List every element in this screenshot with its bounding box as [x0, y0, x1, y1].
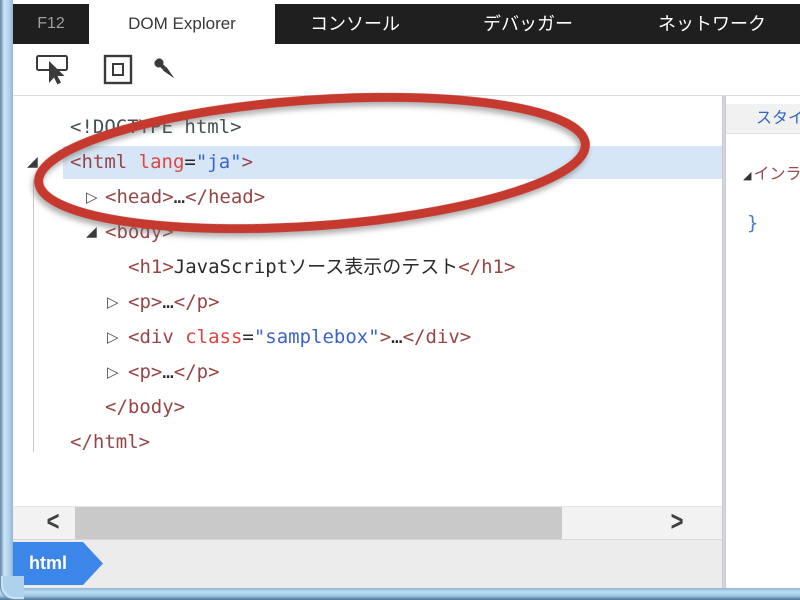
code-segment: <div [128, 326, 186, 348]
horizontal-scrollbar[interactable]: < > [13, 506, 722, 539]
rule-closing-brace: } [747, 212, 759, 234]
devtools-window: F12 DOM Explorer コンソール デバッガー ネットワーク <!DO… [0, 0, 800, 600]
rule-selector-label: インライン スタイル [753, 166, 800, 183]
code-segment: = [242, 326, 254, 348]
dom-tree-row[interactable]: ▷ <div class="samplebox">…</div> [13, 320, 722, 355]
scroll-right-button[interactable]: > [663, 503, 691, 543]
dom-node-code: <head>…</head> [63, 180, 722, 215]
dom-node-code: <html lang="ja"> [63, 145, 722, 180]
dom-explorer-toolbar [13, 44, 800, 96]
dom-tree: <!DOCTYPE html> ◢ <html lang="ja"> ▷ <head>…… [13, 96, 722, 506]
dom-tree-row[interactable]: ▷ <p>…</p> [13, 285, 722, 320]
highlight-box-button[interactable] [100, 52, 136, 88]
code-segment: JavaScriptソース表示のテスト [173, 256, 459, 278]
devtools-tab[interactable]: デバッガー [435, 4, 621, 44]
code-segment: <!DOCTYPE html> [70, 116, 242, 138]
dom-tree-row[interactable]: ▷ <p>…</p> [13, 355, 722, 390]
dom-tree-row[interactable]: <h1>JavaScriptソース表示のテスト</h1> [13, 250, 722, 285]
code-segment: … [162, 291, 174, 313]
scrollbar-thumb[interactable] [75, 507, 562, 539]
breadcrumb-bar: html [13, 539, 722, 588]
code-segment: > [241, 151, 254, 173]
dom-tree-row[interactable]: </html> [13, 425, 722, 460]
select-element-icon [36, 55, 68, 85]
dom-node-code: </body> [63, 390, 722, 425]
code-segment: </html> [70, 431, 151, 453]
tab-strip: DOM Explorer コンソール デバッガー ネットワーク [89, 4, 800, 44]
dom-tree-panel: <!DOCTYPE html> ◢ <html lang="ja"> ▷ <head>…… [13, 96, 722, 588]
code-segment: … [391, 326, 403, 348]
rule-expand-arrow-icon[interactable]: ◢ [743, 169, 751, 182]
code-segment: > [379, 326, 392, 348]
f12-menu-button[interactable]: F12 [13, 4, 89, 44]
dom-node-code: <p>…</p> [63, 355, 722, 390]
code-segment: <body> [105, 221, 174, 243]
code-segment: </h1> [458, 256, 516, 278]
devtools-tab[interactable]: コンソール [275, 4, 435, 44]
scroll-left-button[interactable]: < [39, 503, 67, 543]
code-segment: lang [138, 151, 185, 173]
select-element-button[interactable] [35, 52, 71, 88]
code-segment: <head> [105, 186, 174, 208]
highlight-box-icon [103, 54, 133, 85]
color-picker-button[interactable] [148, 52, 184, 88]
dom-node-code: <h1>JavaScriptソース表示のテスト</h1> [63, 250, 722, 285]
code-segment: </p> [173, 291, 220, 313]
dom-tree-row[interactable]: </body> [13, 390, 722, 425]
devtools-tabbar: F12 DOM Explorer コンソール デバッガー ネットワーク [13, 4, 800, 44]
dom-tree-row[interactable]: ◢ <html lang="ja"> [13, 145, 722, 180]
code-segment: "samplebox" [253, 326, 380, 348]
code-segment: … [162, 361, 174, 383]
code-segment: <html [70, 151, 139, 173]
dom-tree-row[interactable]: <!DOCTYPE html> [13, 110, 722, 145]
breadcrumb-item-html[interactable]: html [13, 542, 103, 585]
dom-node-code: </html> [63, 425, 722, 460]
code-segment: <p> [128, 291, 163, 313]
code-segment: </div> [402, 326, 472, 348]
code-segment: = [184, 151, 196, 173]
window-frame-bottom [0, 588, 800, 600]
dom-node-code: <div class="samplebox">…</div> [63, 320, 722, 355]
styles-tab-header[interactable]: スタイル [726, 104, 800, 134]
code-segment: </head> [185, 186, 266, 208]
inline-style-rule[interactable]: ◢インライン スタイル [726, 160, 800, 184]
devtools-tab[interactable]: ネットワーク [621, 4, 800, 44]
code-segment: </body> [105, 396, 186, 418]
window-frame-left [0, 0, 13, 600]
code-segment: <p> [128, 361, 163, 383]
code-segment: <h1> [128, 256, 174, 278]
dom-node-code: <p>…</p> [63, 285, 722, 320]
dom-tree-row[interactable]: ▷ <head>…</head> [13, 180, 722, 215]
color-picker-icon [154, 58, 175, 79]
styles-panel: スタイル ◢インライン スタイル } [726, 96, 800, 588]
dom-tree-row[interactable]: ◢ <body> [13, 215, 722, 250]
collapse-arrow-icon[interactable]: ◢ [27, 145, 38, 180]
code-segment: </p> [173, 361, 220, 383]
code-segment: … [173, 186, 186, 208]
code-segment: "ja" [195, 151, 242, 173]
dom-node-code: <body> [63, 215, 722, 250]
code-segment: class [185, 326, 243, 348]
devtools-tab[interactable]: DOM Explorer [89, 4, 275, 44]
dom-node-code: <!DOCTYPE html> [63, 110, 722, 145]
